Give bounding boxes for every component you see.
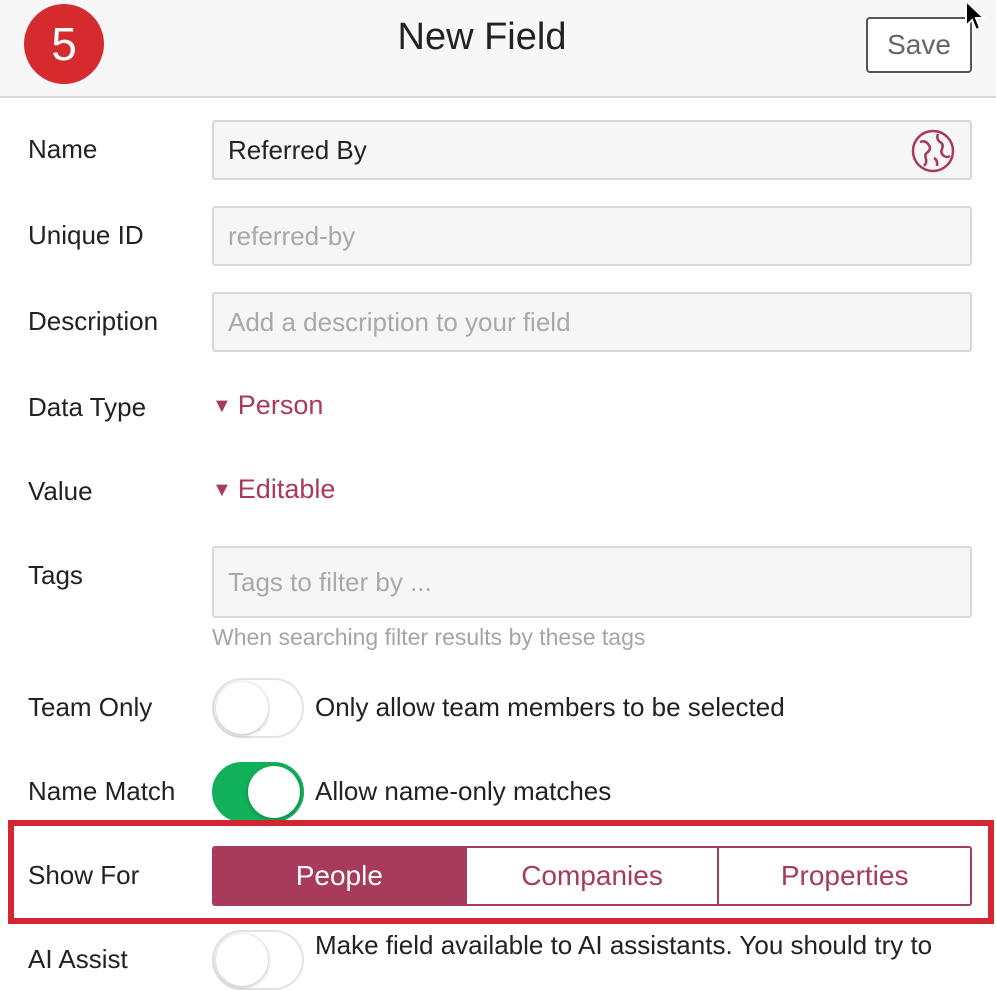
- data-type-label: Data Type: [28, 392, 147, 422]
- name-match-label: Name Match: [28, 776, 176, 806]
- name-match-toggle[interactable]: [212, 762, 304, 822]
- team-only-text: Only allow team members to be selected: [315, 692, 785, 722]
- toggle-knob: [216, 682, 268, 734]
- header-bar: 5 New Field Save: [0, 0, 996, 98]
- value-dropdown[interactable]: ▼ Editable: [212, 474, 335, 505]
- team-only-toggle[interactable]: [212, 678, 304, 738]
- name-value: Referred By: [228, 135, 367, 165]
- tags-input[interactable]: Tags to filter by ...: [212, 546, 972, 618]
- unique-id-value: referred-by: [228, 221, 356, 251]
- data-type-value: Person: [237, 390, 324, 420]
- data-type-dropdown[interactable]: ▼ Person: [212, 390, 323, 421]
- tags-help-text: When searching filter results by these t…: [212, 624, 646, 650]
- show-for-properties[interactable]: Properties: [717, 848, 970, 904]
- caret-down-icon: ▼: [212, 479, 232, 501]
- tags-placeholder: Tags to filter by ...: [228, 567, 432, 597]
- globe-icon[interactable]: [910, 128, 956, 174]
- description-label: Description: [28, 306, 159, 336]
- show-for-segmented-control: People Companies Properties: [212, 846, 972, 906]
- save-button[interactable]: Save: [866, 17, 972, 73]
- unique-id-label: Unique ID: [28, 220, 144, 250]
- name-input[interactable]: Referred By: [212, 120, 972, 180]
- show-for-label: Show For: [28, 860, 140, 890]
- name-match-text: Allow name-only matches: [315, 776, 612, 806]
- team-only-label: Team Only: [28, 692, 153, 722]
- description-input[interactable]: Add a description to your field: [212, 292, 972, 352]
- unique-id-input[interactable]: referred-by: [212, 206, 972, 266]
- description-placeholder: Add a description to your field: [228, 307, 571, 337]
- ai-assist-text: Make field available to AI assistants. Y…: [315, 930, 933, 960]
- show-for-people[interactable]: People: [214, 848, 465, 904]
- cursor-icon: [965, 0, 987, 32]
- value-label: Value: [28, 476, 93, 506]
- name-label: Name: [28, 134, 98, 164]
- value-value: Editable: [237, 474, 336, 504]
- show-for-companies[interactable]: Companies: [464, 848, 718, 904]
- toggle-knob: [216, 934, 268, 986]
- toggle-knob: [248, 766, 300, 818]
- tags-label: Tags: [28, 560, 83, 590]
- page-title: New Field: [397, 16, 567, 58]
- ai-assist-toggle[interactable]: [212, 930, 304, 990]
- caret-down-icon: ▼: [212, 395, 232, 417]
